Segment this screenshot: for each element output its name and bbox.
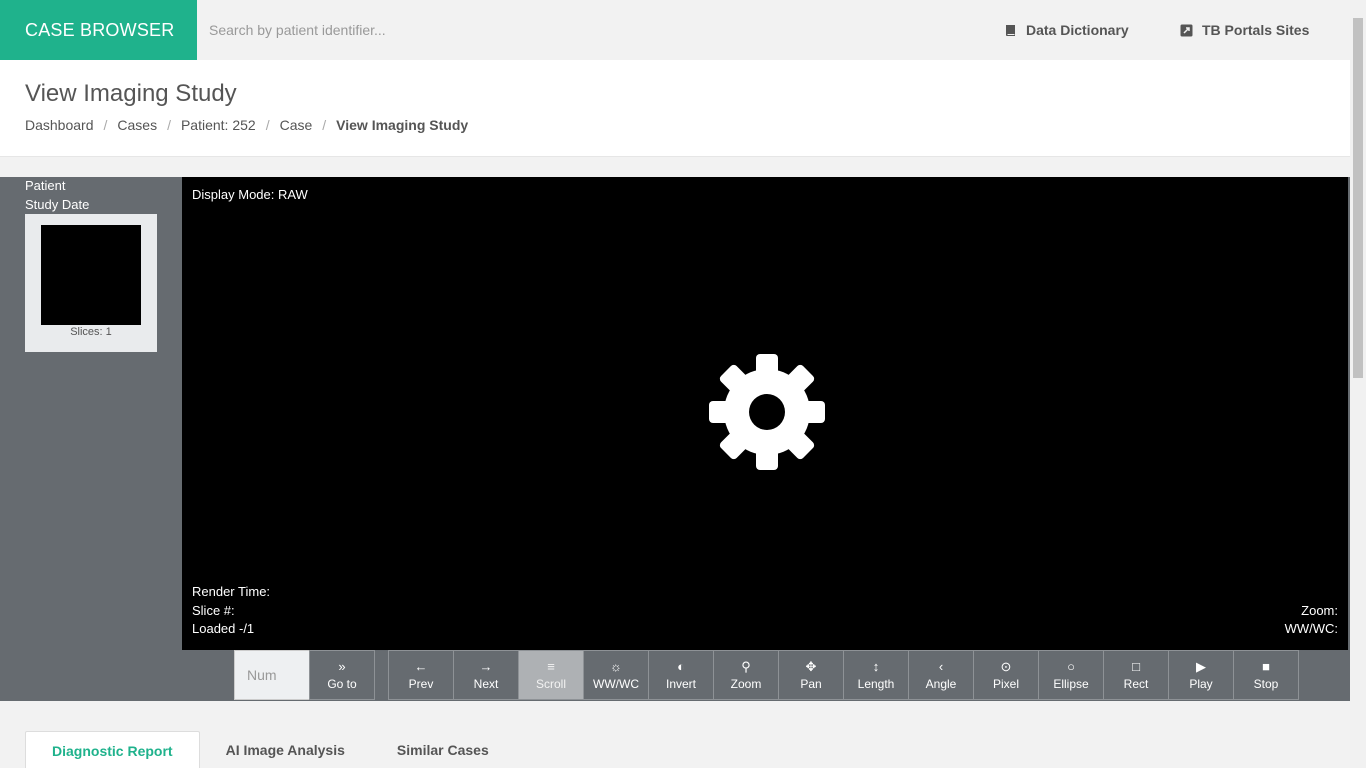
angle-icon: ‹ — [938, 658, 944, 674]
top-navbar: CASE BROWSER Data Dictionary TB Portals … — [0, 0, 1350, 60]
page-scrollbar[interactable] — [1350, 0, 1366, 768]
image-viewer-panel: Patient Study Date Slices: 1 Display Mod… — [0, 177, 1350, 701]
length-label: Length — [857, 676, 895, 691]
tb-portals-sites-link[interactable]: TB Portals Sites — [1180, 0, 1309, 60]
breadcrumb-separator: / — [322, 117, 327, 133]
arrow-right-icon: → — [479, 658, 493, 674]
menu-lines-icon: ≡ — [547, 658, 555, 674]
series-sidebar: Patient Study Date Slices: 1 — [0, 177, 182, 701]
page-header: View Imaging Study Dashboard / Cases / P… — [0, 60, 1350, 157]
ellipse-tool-button[interactable]: ○ Ellipse — [1038, 650, 1104, 700]
play-label: Play — [1189, 676, 1213, 691]
magnifier-icon: ⚲ — [741, 658, 751, 674]
breadcrumb-cases[interactable]: Cases — [117, 117, 157, 133]
half-circle-icon: ◐ — [677, 658, 685, 674]
arrow-left-icon: ← — [414, 658, 428, 674]
scroll-label: Scroll — [535, 676, 566, 691]
tab-ai-image-analysis[interactable]: AI Image Analysis — [200, 731, 371, 768]
study-date-label: Study Date — [25, 197, 90, 212]
breadcrumb-patient[interactable]: Patient: 252 — [181, 117, 256, 133]
rect-label: Rect — [1123, 676, 1149, 691]
zoom-label: Zoom — [730, 676, 762, 691]
angle-label: Angle — [925, 676, 957, 691]
breadcrumb: Dashboard / Cases / Patient: 252 / Case … — [25, 117, 468, 133]
tb-portals-sites-label: TB Portals Sites — [1202, 22, 1310, 38]
zoom-text: Zoom: — [1301, 603, 1338, 618]
page-title: View Imaging Study — [25, 80, 237, 107]
patient-search-input[interactable] — [197, 0, 717, 60]
scroll-tool-button[interactable]: ≡ Scroll — [518, 650, 584, 700]
wwwc-label: WW/WC — [593, 676, 639, 691]
vertical-arrow-icon: ↕ — [872, 658, 880, 674]
display-mode-text: Display Mode: RAW — [192, 187, 308, 202]
zoom-tool-button[interactable]: ⚲ Zoom — [713, 650, 779, 700]
prev-button[interactable]: ← Prev — [388, 650, 454, 700]
goto-label: Go to — [327, 676, 357, 691]
thumbnail-image — [41, 225, 141, 325]
data-dictionary-link[interactable]: Data Dictionary — [1004, 0, 1129, 60]
stop-label: Stop — [1253, 676, 1279, 691]
series-thumbnail[interactable]: Slices: 1 — [25, 214, 157, 352]
play-icon: ▶ — [1196, 658, 1206, 674]
viewer-toolbar: » Go to ← Prev → Next ≡ Scroll ☼ WW/WC ◐… — [0, 650, 1350, 701]
breadcrumb-separator: / — [265, 117, 270, 133]
stop-icon: ■ — [1262, 658, 1270, 674]
pixel-tool-button[interactable]: ⊙ Pixel — [973, 650, 1039, 700]
stop-button[interactable]: ■ Stop — [1233, 650, 1299, 700]
play-button[interactable]: ▶ Play — [1168, 650, 1234, 700]
breadcrumb-current: View Imaging Study — [336, 117, 469, 133]
external-link-icon — [1180, 24, 1193, 36]
angle-tool-button[interactable]: ‹ Angle — [908, 650, 974, 700]
prev-label: Prev — [408, 676, 434, 691]
image-canvas[interactable]: Display Mode: RAW Render Time: Slice #: — [182, 177, 1348, 650]
wwwc-tool-button[interactable]: ☼ WW/WC — [583, 650, 649, 700]
tab-diagnostic-report[interactable]: Diagnostic Report — [25, 731, 200, 768]
brand-logo[interactable]: CASE BROWSER — [0, 0, 197, 60]
next-button[interactable]: → Next — [453, 650, 519, 700]
double-chevron-right-icon: » — [338, 658, 346, 674]
circle-icon: ○ — [1067, 658, 1075, 674]
dot-circle-icon: ⊙ — [1000, 658, 1012, 674]
render-time-text: Render Time: — [192, 584, 271, 599]
loaded-count-text: Loaded -/1 — [192, 621, 255, 636]
breadcrumb-dashboard[interactable]: Dashboard — [25, 117, 94, 133]
book-icon — [1006, 24, 1015, 36]
pan-tool-button[interactable]: ✥ Pan — [778, 650, 844, 700]
move-arrows-icon: ✥ — [805, 658, 817, 674]
pixel-label: Pixel — [992, 676, 1019, 691]
report-tabs: Diagnostic Report AI Image Analysis Simi… — [25, 731, 515, 768]
sun-icon: ☼ — [610, 658, 622, 674]
breadcrumb-case[interactable]: Case — [280, 117, 313, 133]
tab-similar-cases[interactable]: Similar Cases — [371, 731, 515, 768]
ellipse-label: Ellipse — [1053, 676, 1089, 691]
square-icon: □ — [1132, 658, 1140, 674]
rect-tool-button[interactable]: □ Rect — [1103, 650, 1169, 700]
breadcrumb-separator: / — [167, 117, 171, 133]
breadcrumb-separator: / — [103, 117, 108, 133]
pan-label: Pan — [800, 676, 822, 691]
length-tool-button[interactable]: ↕ Length — [843, 650, 909, 700]
loading-gear-icon — [709, 354, 825, 470]
wwwc-text: WW/WC: — [1284, 621, 1338, 636]
invert-label: Invert — [665, 676, 696, 691]
data-dictionary-label: Data Dictionary — [1026, 22, 1129, 38]
goto-button[interactable]: » Go to — [309, 650, 375, 700]
next-label: Next — [473, 676, 499, 691]
thumbnail-caption: Slices: 1 — [70, 326, 112, 338]
scrollbar-thumb[interactable] — [1353, 18, 1363, 378]
slice-number-input[interactable] — [234, 650, 309, 700]
invert-button[interactable]: ◐ Invert — [648, 650, 714, 700]
slice-number-text: Slice #: — [192, 603, 235, 618]
patient-label: Patient — [25, 178, 66, 193]
